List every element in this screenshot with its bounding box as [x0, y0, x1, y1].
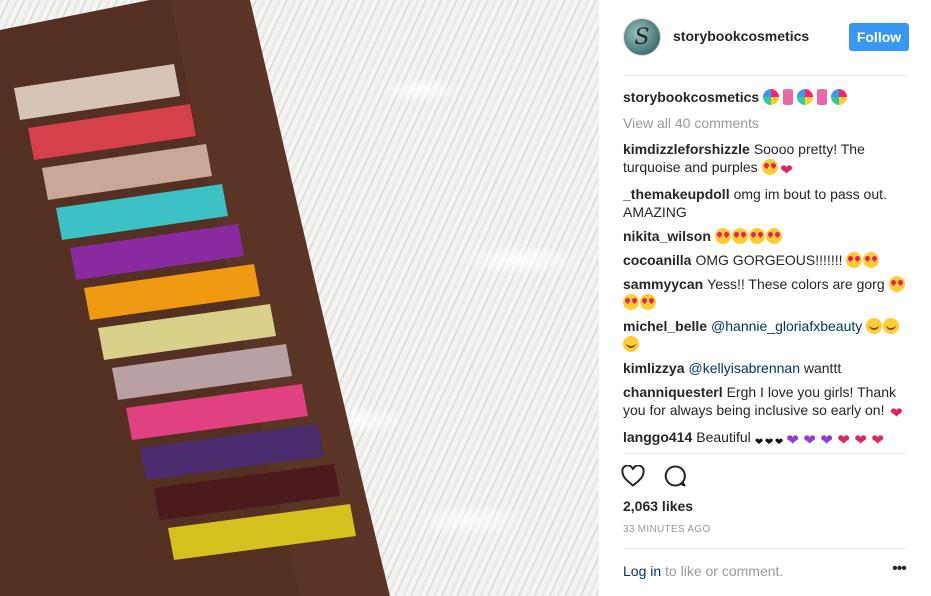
like-heart-icon[interactable]	[619, 462, 647, 490]
comment-username[interactable]: nikita_wilson	[623, 228, 711, 244]
comment-username[interactable]: cocoanilla	[623, 252, 691, 268]
avatar[interactable]: S	[623, 18, 661, 56]
heart-eyes-emoji-icon	[863, 252, 880, 268]
lolly-emoji-icon	[763, 89, 780, 105]
comment-text: OMG GORGEOUS!!!!!!!	[695, 252, 847, 268]
black-emoji-icon: ❤	[774, 437, 784, 448]
heart-eyes-emoji-icon	[731, 228, 748, 244]
black-emoji-icon: ❤	[754, 437, 764, 448]
heart-eyes-emoji-icon	[748, 228, 765, 244]
view-all-comments-link[interactable]: View all 40 comments	[623, 114, 911, 132]
comment-username[interactable]: kimlizzya	[623, 360, 684, 376]
comment-text: Beautiful	[696, 429, 755, 445]
actions-divider	[623, 453, 907, 454]
avatar-letter: S	[634, 24, 650, 50]
lolly-emoji-icon	[797, 89, 814, 105]
comment-username[interactable]: michel_belle	[623, 318, 707, 334]
caption: storybookcosmetics	[623, 88, 911, 106]
heart-emoji-icon: ❤	[871, 432, 884, 449]
comment-username[interactable]: kimdizzleforshizzle	[623, 141, 750, 157]
action-bar	[619, 462, 689, 490]
comment-username[interactable]: channiquesterl	[623, 384, 723, 400]
purple-emoji-icon: ❤	[786, 432, 799, 449]
heart-eyes-emoji-icon	[640, 294, 656, 310]
purple-emoji-icon: ❤	[820, 432, 833, 449]
comments-list[interactable]: storybookcosmetics View all 40 comments …	[623, 88, 911, 454]
heart-eyes-emoji-icon	[846, 252, 863, 268]
comment-mention-link[interactable]: @hannie_gloriafxbeauty	[711, 318, 862, 334]
heart-emoji-icon: ❤	[780, 162, 793, 179]
caption-emoji	[763, 89, 848, 105]
candy-emoji-icon	[780, 89, 797, 105]
comment-text: Yess!! These colors are gorg	[707, 276, 889, 292]
heart-eyes-emoji-icon	[623, 294, 639, 310]
comment-item: channiquesterl Ergh I love you girls! Tha…	[623, 383, 911, 422]
heart-eyes-emoji-icon	[761, 159, 778, 175]
comment-username[interactable]: langgo414	[623, 429, 692, 445]
follow-button[interactable]: Follow	[849, 23, 909, 51]
post-header: S storybookcosmetics Follow	[599, 0, 931, 76]
login-prompt: Log in to like or comment.	[623, 563, 783, 579]
relieved-emoji-icon	[866, 318, 883, 334]
candy-emoji-icon	[814, 89, 831, 105]
login-link[interactable]: Log in	[623, 563, 661, 579]
comment-item: sammyycan Yess!! These colors are gorg	[623, 275, 911, 311]
comment-username[interactable]: sammyycan	[623, 276, 703, 292]
purple-emoji-icon: ❤	[803, 432, 816, 449]
heart-emoji-icon: ❤	[837, 432, 850, 449]
arm-swatch-image	[0, 0, 390, 596]
likes-count[interactable]: 2,063 likes	[623, 498, 693, 514]
black-emoji-icon: ❤	[764, 437, 774, 448]
comment-username[interactable]: _themakeupdoll	[623, 186, 730, 202]
caption-username[interactable]: storybookcosmetics	[623, 89, 759, 105]
relieved-emoji-icon	[623, 336, 639, 352]
comment-item: kimdizzleforshizzle Soooo pretty! The tur…	[623, 140, 911, 179]
comment-item: kimlizzya @kellyisabrennan wanttt	[623, 359, 911, 377]
lolly-emoji-icon	[831, 89, 848, 105]
footer-divider	[623, 548, 907, 549]
comment-mention-link[interactable]: @kellyisabrennan	[688, 360, 800, 376]
username[interactable]: storybookcosmetics	[673, 28, 809, 44]
heart-emoji-icon: ❤	[854, 432, 867, 449]
comment-item: cocoanilla OMG GORGEOUS!!!!!!!	[623, 251, 911, 269]
header-divider	[623, 75, 908, 76]
more-options-icon[interactable]: •••	[889, 561, 909, 580]
relieved-emoji-icon	[883, 318, 900, 334]
post-sidebar: S storybookcosmetics Follow storybookcos…	[598, 0, 931, 596]
comment-bubble-icon[interactable]	[661, 462, 689, 490]
post-timestamp[interactable]: 33 MINUTES AGO	[623, 524, 711, 535]
comment-item: _themakeupdoll omg im bout to pass out. A…	[623, 185, 911, 221]
heart-emoji-icon: ❤	[890, 405, 903, 422]
heart-eyes-emoji-icon	[765, 228, 782, 244]
comment-item: langgo414 Beautiful ❤ ❤ ❤ ❤ ❤ ❤ ❤ ❤ ❤	[623, 428, 911, 451]
heart-eyes-emoji-icon	[888, 276, 905, 292]
comment-container: kimdizzleforshizzle Soooo pretty! The tur…	[623, 140, 911, 451]
login-rest-text: to like or comment.	[661, 563, 784, 579]
comment-item: michel_belle @hannie_gloriafxbeauty	[623, 317, 911, 353]
post-photo[interactable]	[0, 0, 598, 596]
heart-eyes-emoji-icon	[714, 228, 731, 244]
comment-text: wanttt	[803, 360, 842, 376]
comment-item: nikita_wilson	[623, 227, 911, 245]
